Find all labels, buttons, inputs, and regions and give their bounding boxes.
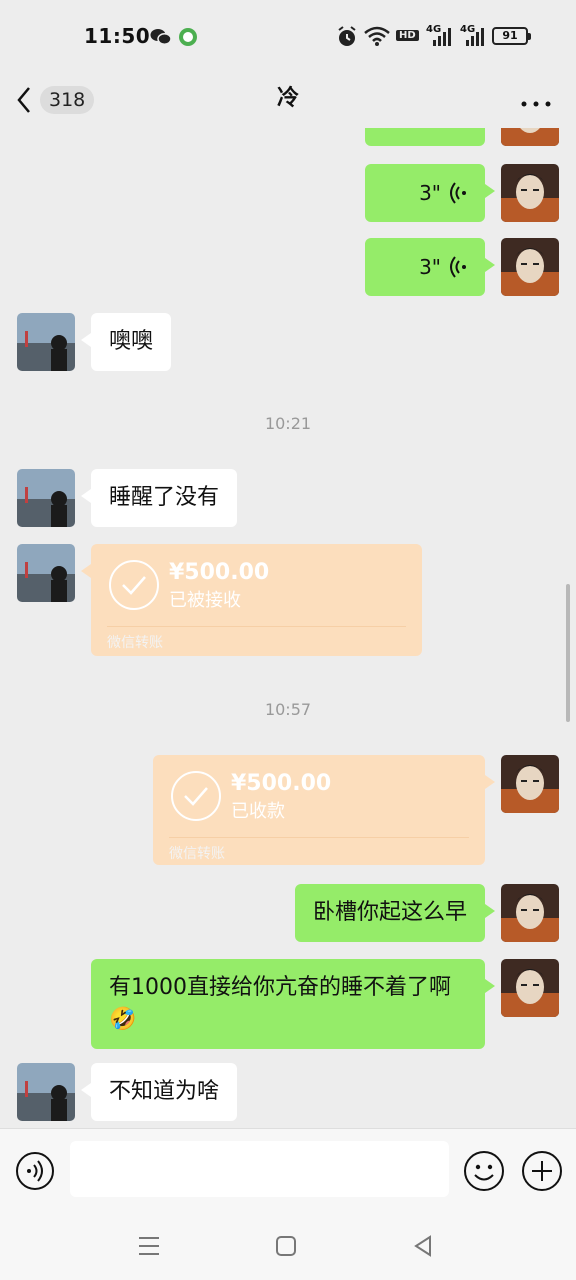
transfer-label: 微信转账: [107, 635, 163, 651]
my-avatar[interactable]: [501, 755, 559, 813]
home-icon[interactable]: [272, 1232, 300, 1260]
check-icon: [171, 771, 221, 821]
contact-avatar[interactable]: [17, 313, 75, 371]
signal-bars-icon: [433, 28, 451, 46]
my-avatar[interactable]: [501, 884, 559, 942]
wechat-icon: [150, 29, 172, 45]
status-time: 11:50: [84, 24, 151, 48]
chat-title: 冷: [276, 86, 299, 111]
my-avatar[interactable]: [501, 164, 559, 222]
my-avatar[interactable]: [501, 128, 559, 146]
sent-message-bubble[interactable]: 有1000直接给你亢奋的睡不着了啊 🤣: [91, 959, 495, 1049]
transfer-amount: ¥500.00: [169, 560, 270, 585]
transfer-status: 已被接收: [169, 590, 241, 611]
time-separator: 10:57: [264, 700, 312, 719]
voice-duration: 3": [419, 255, 441, 279]
check-icon: [109, 560, 159, 610]
my-avatar[interactable]: [501, 238, 559, 296]
voice-message-bubble[interactable]: 3": [365, 164, 495, 222]
voice-input-icon[interactable]: [15, 1151, 55, 1191]
received-message-bubble[interactable]: 不知道为啥: [80, 1063, 238, 1121]
plus-icon[interactable]: [521, 1150, 563, 1192]
hd-icon: HD: [396, 30, 419, 41]
system-nav-bar: [0, 1212, 576, 1280]
voice-wave-icon: [450, 256, 466, 278]
contact-avatar[interactable]: [17, 469, 75, 527]
transfer-amount: ¥500.00: [231, 771, 332, 796]
transfer-divider: [107, 626, 406, 627]
more-options-icon[interactable]: [516, 82, 556, 118]
transfer-status: 已收款: [231, 801, 285, 822]
input-bar: [0, 1128, 576, 1212]
contact-avatar[interactable]: [17, 1063, 75, 1121]
my-avatar[interactable]: [501, 959, 559, 1017]
message-input[interactable]: [70, 1141, 449, 1197]
sent-message-bubble[interactable]: 卧槽你起这么早: [294, 884, 496, 942]
emoji-icon[interactable]: [463, 1150, 505, 1192]
alarm-icon: [338, 26, 356, 46]
transfer-divider: [169, 837, 469, 838]
game-icon: [179, 28, 197, 46]
scrollbar[interactable]: [566, 584, 570, 722]
time-separator: 10:21: [264, 414, 312, 433]
sent-message-bubble[interactable]: [365, 128, 485, 146]
transfer-card[interactable]: ¥500.00 已被接收 微信转账: [81, 544, 422, 656]
message-text: 有1000直接给你亢奋的睡不着了啊: [109, 975, 451, 1000]
battery-icon: 91: [492, 27, 531, 45]
wifi-icon: [364, 26, 390, 46]
chat-header: 318 冷: [0, 72, 576, 128]
received-message-bubble[interactable]: 睡醒了没有: [80, 469, 238, 527]
transfer-card[interactable]: ¥500.00 已收款 微信转账: [153, 755, 495, 865]
received-message-bubble[interactable]: 噢噢: [80, 313, 172, 371]
signal-bars-icon: [466, 28, 484, 46]
transfer-label: 微信转账: [169, 846, 225, 862]
laughing-emoji-icon: 🤣: [109, 1007, 137, 1032]
contact-avatar[interactable]: [17, 544, 75, 602]
back-triangle-icon[interactable]: [410, 1232, 438, 1260]
voice-message-bubble[interactable]: 3": [365, 238, 495, 296]
chat-message-list[interactable]: 3" 3" 噢噢 10:21 睡醒了没有 ¥500.00 已被接收 微信转账 1…: [0, 128, 576, 1128]
status-bar: 11:50 HD 4G 4G 91: [0, 0, 576, 72]
menu-icon[interactable]: [135, 1232, 163, 1260]
voice-wave-icon: [450, 182, 466, 204]
voice-duration: 3": [419, 181, 441, 205]
